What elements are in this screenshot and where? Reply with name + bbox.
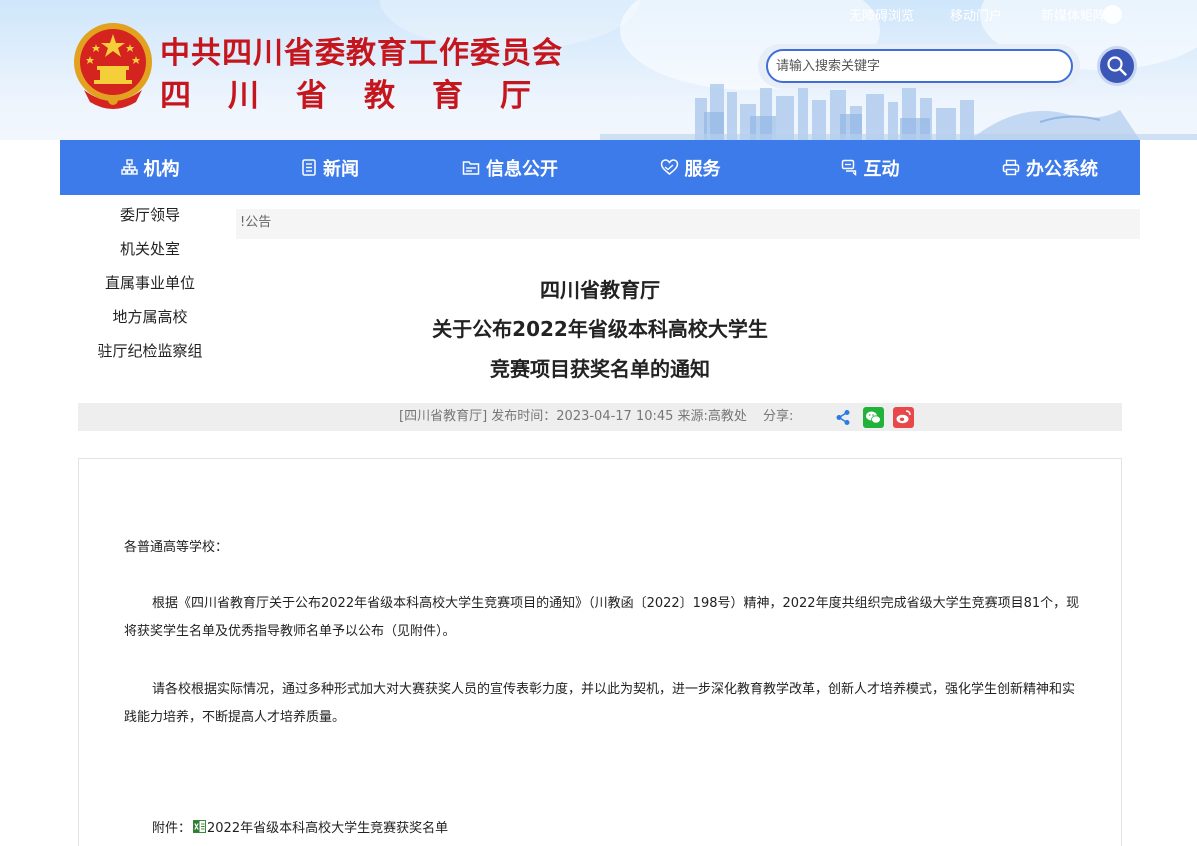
chat-icon <box>841 159 856 176</box>
national-emblem-logo <box>74 23 152 109</box>
search-input[interactable] <box>766 49 1073 83</box>
nav-label: 办公系统 <box>1026 158 1098 180</box>
nav-label: 信息公开 <box>486 158 558 180</box>
new-media-icon[interactable] <box>1103 5 1122 24</box>
site-title: 中共四川省委教育工作委员会 <box>160 36 563 71</box>
nav-label: 新闻 <box>323 158 359 180</box>
weibo-share-icon[interactable] <box>893 407 914 428</box>
top-links: 无障碍浏览 移动门户 新媒体矩阵 <box>0 5 1197 24</box>
nav-item-interaction[interactable]: 互动 <box>780 140 960 195</box>
folder-icon <box>462 161 480 175</box>
breadcrumb: !公告 <box>236 209 1140 239</box>
share-nodes-glyph <box>836 410 850 425</box>
printer-icon <box>1002 159 1020 176</box>
menu-item-affiliated-units[interactable]: 直属事业单位 <box>70 267 230 301</box>
organization-dropdown-menu: 委厅领导 机关处室 直属事业单位 地方属高校 驻厅纪检监察组 <box>70 199 230 369</box>
attachment-label: 附件： <box>152 821 192 836</box>
accessibility-link[interactable]: 无障碍浏览 <box>849 5 914 24</box>
article-title-line3: 竞赛项目获奖名单的通知 <box>490 357 710 381</box>
article-meta-bar: [四川省教育厅] 发布时间：2023-04-17 10:45 来源:高教处 分享… <box>78 403 1122 431</box>
nav-label: 机构 <box>143 158 180 180</box>
search-icon <box>1107 56 1127 76</box>
nav-item-info-disclosure[interactable]: 信息公开 <box>420 140 600 195</box>
nav-label: 互动 <box>863 158 900 180</box>
article-content-box <box>78 458 1122 846</box>
new-media-link[interactable]: 新媒体矩阵 <box>1041 5 1106 24</box>
attachment-link[interactable]: 2022年省级本科高校大学生竞赛获奖名单 <box>207 821 448 836</box>
article-greeting: 各普通高等学校： <box>124 540 229 555</box>
share-icon[interactable] <box>833 407 854 428</box>
nav-label: 服务 <box>684 158 721 180</box>
menu-item-discipline-inspection[interactable]: 驻厅纪检监察组 <box>70 335 230 369</box>
article-title-line2: 关于公布2022年省级本科高校大学生 <box>432 317 768 341</box>
mobile-portal-link[interactable]: 移动门户 <box>950 5 1002 24</box>
main-nav: 机构 新闻 信息公开 服务 互动 办公系统 <box>60 140 1140 195</box>
menu-item-departments[interactable]: 机关处室 <box>70 233 230 267</box>
search-button[interactable] <box>1097 46 1137 86</box>
nav-item-organization[interactable]: 机构 <box>60 140 240 195</box>
menu-item-local-universities[interactable]: 地方属高校 <box>70 301 230 335</box>
article-meta: [四川省教育厅] 发布时间：2023-04-17 10:45 来源:高教处 <box>399 409 747 424</box>
excel-file-icon <box>193 820 207 833</box>
weibo-glyph <box>896 410 911 424</box>
wechat-glyph <box>866 411 881 424</box>
article-title-line1: 四川省教育厅 <box>540 278 660 302</box>
attachment-row: 附件： 2022年省级本科高校大学生竞赛获奖名单 <box>152 820 448 838</box>
share-label: 分享: <box>763 409 794 424</box>
heart-hand-icon <box>660 159 678 175</box>
article-paragraph: 根据《四川省教育厅关于公布2022年省级本科高校大学生竞赛项目的通知》（川教函〔… <box>124 596 1080 639</box>
article-paragraph: 请各校根据实际情况，通过多种形式加大对大赛获奖人员的宣传表彰力度，并以此为契机，… <box>124 682 1076 725</box>
news-icon <box>302 159 316 176</box>
nav-item-office-system[interactable]: 办公系统 <box>960 140 1140 195</box>
site-header: 中共四川省委教育工作委员会 四川省教育厅 无障碍浏览 移动门户 新媒体矩阵 <box>0 0 1197 140</box>
wechat-share-icon[interactable] <box>863 407 884 428</box>
menu-item-leadership[interactable]: 委厅领导 <box>70 199 230 233</box>
nav-item-services[interactable]: 服务 <box>600 140 780 195</box>
org-chart-icon <box>120 159 138 175</box>
site-subtitle: 四川省教育厅 <box>160 78 568 114</box>
nav-item-news[interactable]: 新闻 <box>240 140 420 195</box>
